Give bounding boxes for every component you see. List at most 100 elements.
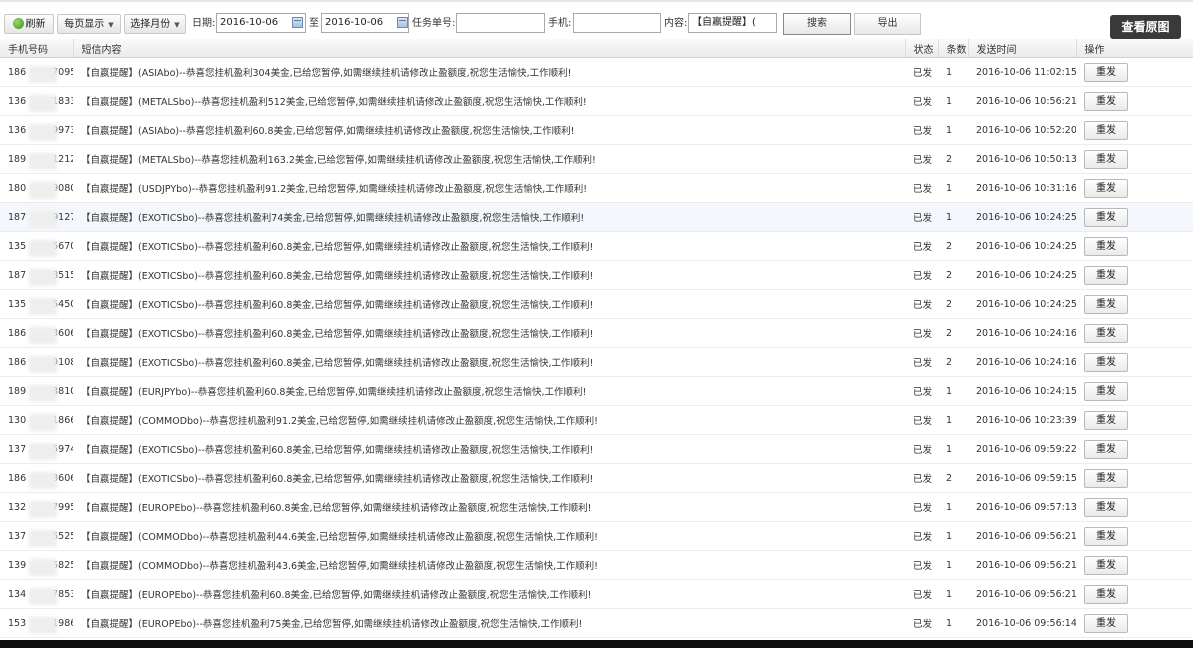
phone-number: 1869108 [8,355,73,373]
resend-button[interactable]: 重发 [1084,410,1128,430]
resend-button[interactable]: 重发 [1084,120,1128,140]
table-row[interactable]: 1369973【自嬴提醒】(ASIAbo)--恭喜您挂机盈利60.8美金,已给您… [0,115,1193,145]
phone-prefix: 136 [8,95,27,107]
table-row[interactable]: 1531986【自嬴提醒】(EUROPEbo)--恭喜您挂机盈利75美金,已给您… [0,608,1193,638]
col-header-status[interactable]: 状态 [905,39,939,58]
col-header-content[interactable]: 短信内容 [73,39,906,58]
export-button[interactable]: 导出 [854,13,921,35]
phone-prefix: 130 [8,414,27,426]
table-row[interactable]: 1878515【自嬴提醒】(EXOTICSbo)--恭喜您挂机盈利60.8美金,… [0,260,1193,290]
resend-button[interactable]: 重发 [1084,91,1128,111]
table-row[interactable]: 1869108【自嬴提醒】(EXOTICSbo)--恭喜您挂机盈利60.8美金,… [0,347,1193,377]
phone-cell: 1301866 [0,405,73,435]
select-month-dropdown[interactable]: 选择月份 ▼ [124,14,186,34]
resend-button[interactable]: 重发 [1084,265,1128,285]
table-row[interactable]: 1375974【自嬴提醒】(EXOTICSbo)--恭喜您挂机盈利60.8美金,… [0,434,1193,464]
table-row[interactable]: 1361833【自嬴提醒】(METALSbo)--恭喜您挂机盈利512美金,已给… [0,86,1193,116]
table-row[interactable]: 1347853【自嬴提醒】(EUROPEbo)--恭喜您挂机盈利60.8美金,已… [0,579,1193,609]
phone-cell: 1355450 [0,289,73,319]
action-cell: 重发 [1076,231,1193,261]
top-border [0,0,1193,2]
content-cell: 【自嬴提醒】(EUROPEbo)--恭喜您挂机盈利75美金,已给您暂停,如需继续… [73,608,905,638]
resend-button[interactable]: 重发 [1084,439,1128,459]
resend-button[interactable]: 重发 [1084,294,1128,314]
content-cell: 【自嬴提醒】(ASIAbo)--恭喜您挂机盈利304美金,已给您暂停,如需继续挂… [73,57,905,87]
phone-number: 1879127 [8,210,73,228]
table-row[interactable]: 1327995【自嬴提醒】(EUROPEbo)--恭喜您挂机盈利60.8美金,已… [0,492,1193,522]
time-cell: 2016-10-06 10:24:16 [968,347,1076,377]
table-row[interactable]: 1375525【自嬴提醒】(COMMODbo)--恭喜您挂机盈利44.6美金,已… [0,521,1193,551]
status-cell: 已发 [905,289,938,319]
masked-digits [29,65,57,83]
col-header-phone[interactable]: 手机号码 [0,39,74,58]
table-row[interactable]: 1863606【自嬴提醒】(EXOTICSbo)--恭喜您挂机盈利60.8美金,… [0,463,1193,493]
status-cell: 已发 [905,318,938,348]
time-cell: 2016-10-06 10:50:13 [968,144,1076,174]
date-to-label: 至 [309,18,319,29]
count-cell: 2 [938,144,968,174]
date-to-input[interactable]: 2016-10-06 [321,13,409,33]
resend-button[interactable]: 重发 [1084,236,1128,256]
table-row[interactable]: 1355670【自嬴提醒】(EXOTICSbo)--恭喜您挂机盈利60.8美金,… [0,231,1193,261]
table-row[interactable]: 1879127【自嬴提醒】(EXOTICSbo)--恭喜您挂机盈利74美金,已给… [0,202,1193,232]
phone-cell: 1869108 [0,347,73,377]
phone-number: 1301866 [8,413,73,431]
resend-button[interactable]: 重发 [1084,613,1128,633]
action-cell: 重发 [1076,579,1193,609]
content-input[interactable]: 【自嬴提醒】( [688,13,777,33]
status-cell: 已发 [905,86,938,116]
resend-button[interactable]: 重发 [1084,497,1128,517]
time-cell: 2016-10-06 09:59:15 [968,463,1076,493]
phone-prefix: 187 [8,211,27,223]
content-cell: 【自嬴提醒】(EXOTICSbo)--恭喜您挂机盈利60.8美金,已给您暂停,如… [73,260,905,290]
content-cell: 【自嬴提醒】(EXOTICSbo)--恭喜您挂机盈利60.8美金,已给您暂停,如… [73,289,905,319]
action-cell: 重发 [1076,115,1193,145]
col-header-action[interactable]: 操作 [1076,39,1193,58]
table-row[interactable]: 1301866【自嬴提醒】(COMMODbo)--恭喜您挂机盈利91.2美金,已… [0,405,1193,435]
content-cell: 【自嬴提醒】(EXOTICSbo)--恭喜您挂机盈利60.8美金,已给您暂停,如… [73,318,905,348]
phone-number: 1867095 [8,65,73,83]
table-row[interactable]: 1893810【自嬴提醒】(EURJPYbo)--恭喜您挂机盈利60.8美金,已… [0,376,1193,406]
table-row[interactable]: 1867095【自嬴提醒】(ASIAbo)--恭喜您挂机盈利304美金,已给您暂… [0,57,1193,87]
resend-button[interactable]: 重发 [1084,149,1128,169]
resend-button[interactable]: 重发 [1084,178,1128,198]
table-row[interactable]: 1891212【自嬴提醒】(METALSbo)--恭喜您挂机盈利163.2美金,… [0,144,1193,174]
view-original-button[interactable]: 查看原图 [1110,15,1181,39]
table-row[interactable]: 1395825【自嬴提醒】(COMMODbo)--恭喜您挂机盈利43.6美金,已… [0,550,1193,580]
per-page-dropdown[interactable]: 每页显示 ▼ [57,14,121,34]
refresh-button[interactable]: 刷新 [4,14,54,34]
phone-input[interactable] [573,13,661,33]
resend-button[interactable]: 重发 [1084,381,1128,401]
content-cell: 【自嬴提醒】(EXOTICSbo)--恭喜您挂机盈利60.8美金,已给您暂停,如… [73,347,905,377]
col-header-count[interactable]: 条数 [938,39,969,58]
status-cell: 已发 [905,202,938,232]
select-month-label: 选择月份 [130,19,171,30]
resend-button[interactable]: 重发 [1084,526,1128,546]
resend-button[interactable]: 重发 [1084,584,1128,604]
status-cell: 已发 [905,173,938,203]
resend-button[interactable]: 重发 [1084,352,1128,372]
search-button[interactable]: 搜索 [783,13,851,35]
table-row[interactable]: 1863606【自嬴提醒】(EXOTICSbo)--恭喜您挂机盈利60.8美金,… [0,318,1193,348]
masked-digits [29,529,57,547]
masked-digits [29,152,57,170]
calendar-icon[interactable] [292,17,303,28]
resend-button[interactable]: 重发 [1084,323,1128,343]
masked-digits [29,384,57,402]
status-cell: 已发 [905,521,938,551]
resend-button[interactable]: 重发 [1084,62,1128,82]
col-header-time[interactable]: 发送时间 [968,39,1077,58]
action-cell: 重发 [1076,550,1193,580]
resend-button[interactable]: 重发 [1084,468,1128,488]
status-cell: 已发 [905,231,938,261]
count-cell: 2 [938,463,968,493]
resend-button[interactable]: 重发 [1084,207,1128,227]
task-no-input[interactable] [456,13,545,33]
calendar-icon[interactable] [397,17,408,28]
table-row[interactable]: 1809080【自嬴提醒】(USDJPYbo)--恭喜您挂机盈利91.2美金,已… [0,173,1193,203]
refresh-icon [12,18,24,29]
table-row[interactable]: 1355450【自嬴提醒】(EXOTICSbo)--恭喜您挂机盈利60.8美金,… [0,289,1193,319]
resend-button[interactable]: 重发 [1084,555,1128,575]
time-cell: 2016-10-06 09:56:14 [968,608,1076,638]
masked-digits [29,500,57,518]
